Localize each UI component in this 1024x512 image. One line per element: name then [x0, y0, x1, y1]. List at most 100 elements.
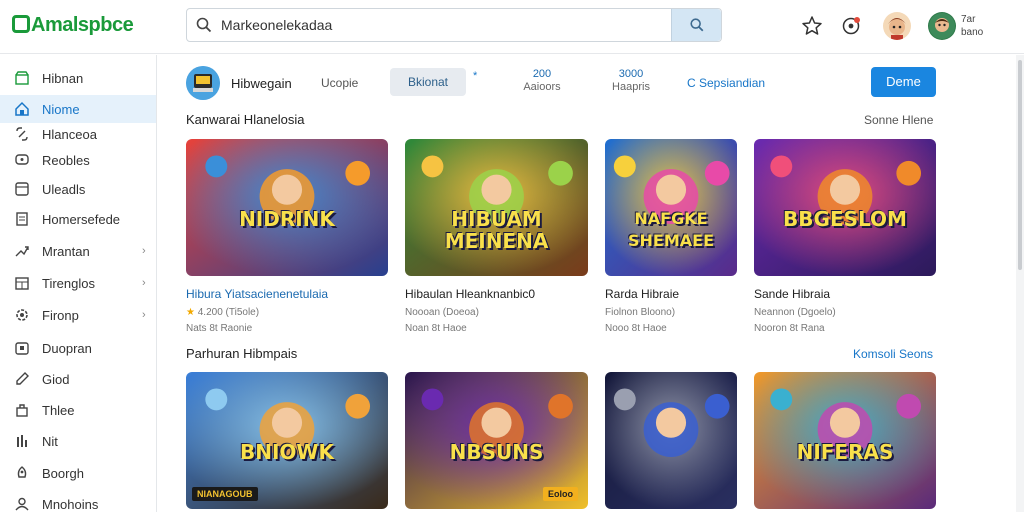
game-meta-publisher: Nooo 8t Haoe: [605, 323, 667, 334]
sidebar-item-label: Niome: [42, 102, 80, 117]
sidebar-item-11[interactable]: Thlee: [0, 396, 156, 424]
search-icon: [196, 17, 212, 33]
sidebar-item-13[interactable]: Boorgh: [0, 459, 156, 487]
bag-icon: [16, 404, 28, 417]
settings-icon: [16, 309, 28, 321]
sidebar-item-10[interactable]: Giod: [0, 365, 156, 393]
section-link-featured[interactable]: Sonne Hlene: [864, 113, 933, 127]
sidebar-item-label: Boorgh: [42, 466, 84, 481]
game-thumbnail[interactable]: [605, 372, 737, 509]
game-badge: NIANAGOUB: [192, 487, 258, 501]
game-art-text: NIFERAS: [796, 439, 894, 464]
chevron-right-icon: ›: [142, 277, 146, 289]
sidebar-item-label: Fironp: [42, 308, 79, 323]
user-name-line2: bano: [961, 27, 984, 38]
section-link-popular[interactable]: Komsoli Seons: [853, 347, 933, 361]
notifications-icon[interactable]: [840, 15, 862, 37]
favorites-star-icon[interactable]: [801, 15, 823, 37]
store-icon: [15, 71, 29, 85]
stat-items-value: 3000: [618, 68, 644, 80]
logo-text: Amalspbce: [31, 14, 134, 36]
sidebar-item-8[interactable]: Fironp ›: [0, 301, 156, 329]
section-title-popular: Parhuran Hibmpais: [186, 346, 298, 361]
game-art-text: NIDRINK: [239, 206, 335, 231]
game-meta-text: Fiolnon Bloono): [605, 307, 676, 318]
user-name-line1: 7ar: [961, 14, 976, 25]
search-button[interactable]: [671, 9, 721, 41]
search-bar: [186, 8, 722, 42]
game-meta-text: Noooan (Doeoa): [405, 307, 479, 318]
channel-avatar[interactable]: [186, 66, 220, 100]
game-title[interactable]: Sande Hibraia: [754, 287, 830, 301]
box-icon: [15, 342, 29, 355]
sidebar-item-label: Duopran: [42, 341, 92, 356]
logo-mark-icon: [12, 15, 30, 33]
sidebar-item-label: Mnohoins: [42, 497, 99, 512]
search-button-icon: [690, 18, 704, 32]
stat-followers-label: Aaioors: [523, 81, 561, 93]
sidebar-item-0[interactable]: Hibnan: [0, 64, 156, 92]
game-thumbnail[interactable]: BBGESLOM: [754, 139, 936, 276]
stat-items-label: Haapris: [612, 81, 650, 93]
game-title[interactable]: Hibura Yiatsacienenetulaia: [186, 287, 328, 301]
sidebar-item-1[interactable]: Niome: [0, 95, 156, 123]
game-meta-text: 4.200 (Ti5ole): [197, 307, 260, 318]
user-icon: [15, 497, 29, 511]
sidebar-item-12[interactable]: Nit: [0, 427, 156, 455]
game-thumbnail[interactable]: BNIOWK NIANAGOUB: [186, 372, 388, 509]
channel-name: Hibwegain: [231, 76, 292, 91]
calendar-icon: [15, 277, 29, 290]
sidebar-item-label: Homersefede: [42, 212, 121, 227]
user-name[interactable]: 7ar bano: [961, 13, 983, 39]
app-logo[interactable]: Amalspbce: [12, 14, 134, 37]
game-thumbnail[interactable]: NBSUNS Eoloo: [405, 372, 588, 509]
sidebar-item-5[interactable]: Homersefede: [0, 205, 156, 233]
sidebar-item-label: Hibnan: [42, 71, 84, 86]
friend-avatar[interactable]: [883, 12, 911, 40]
user-avatar[interactable]: [928, 12, 956, 40]
game-meta-publisher: Nooron 8t Rana: [754, 323, 825, 334]
game-thumbnail[interactable]: NIFERAS: [754, 372, 936, 509]
sidebar-item-3[interactable]: Reobles: [0, 146, 156, 174]
sidebar-item-label: Nit: [42, 434, 58, 449]
primary-action-button[interactable]: Deme: [871, 67, 936, 97]
top-bar: Amalspbce 7ar bano: [0, 0, 1024, 54]
scrollbar-thumb[interactable]: [1018, 60, 1022, 270]
game-title[interactable]: Hibaulan Hleanknanbic0: [405, 287, 535, 301]
filter-chip[interactable]: Bkionat: [390, 68, 466, 96]
game-thumbnail[interactable]: NIDRINK: [186, 139, 388, 276]
sidebar-item-9[interactable]: Duopran: [0, 334, 156, 362]
game-meta-publisher: Nats 8t Raonie: [186, 323, 253, 334]
game-art-text: BBGESLOM: [783, 206, 907, 231]
game-title[interactable]: Rarda Hibraie: [605, 287, 679, 301]
sidebar-item-6[interactable]: Mrantan ›: [0, 237, 156, 265]
sidebar-item-label: Reobles: [42, 153, 90, 168]
link-icon: [16, 127, 28, 141]
sidebar-item-4[interactable]: Uleadls: [0, 175, 156, 203]
sidebar-item-7[interactable]: Tirenglos ›: [0, 269, 156, 297]
game-art-text: HIBUAM MEINENA: [444, 206, 549, 253]
stat-followers: 200 Aaioors: [516, 68, 568, 94]
game-thumbnail[interactable]: HIBUAM MEINENA: [405, 139, 588, 276]
sidebar-item-label: Hlanceoa: [42, 127, 97, 142]
game-meta-rating: ★ 4.200 (Ti5ole): [186, 307, 259, 318]
specials-link[interactable]: C Sepsiandian: [687, 76, 765, 90]
game-thumbnail[interactable]: NAFGKE SHEMAEE: [605, 139, 737, 276]
document-icon: [16, 212, 28, 226]
game-art-text: NAFGKE SHEMAEE: [627, 208, 714, 250]
sidebar-item-label: Uleadls: [42, 182, 86, 197]
chat-icon: [15, 154, 29, 165]
stat-items: 3000 Haapris: [603, 68, 659, 94]
search-input[interactable]: [221, 15, 661, 35]
bars-icon: [17, 435, 27, 447]
game-meta-rating: Noooan (Doeoa): [405, 307, 479, 318]
game-meta-text: Neannon (Dgoelo): [754, 307, 836, 318]
section-title-featured: Kanwarai Hlanelosia: [186, 112, 305, 127]
sidebar-item-2[interactable]: Hlanceoa: [0, 120, 156, 148]
chip-marker: *: [473, 70, 478, 82]
rocket-icon: [17, 466, 27, 478]
sidebar-item-14[interactable]: Mnohoins: [0, 490, 156, 512]
tab-overview[interactable]: Ucopie: [321, 76, 358, 90]
sidebar-item-label: Thlee: [42, 403, 75, 418]
star-icon: ★: [186, 307, 195, 318]
